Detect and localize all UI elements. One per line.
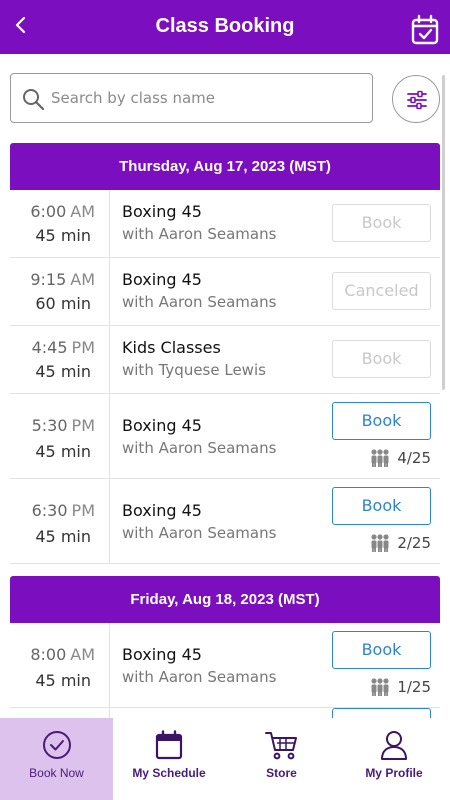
class-time: 4:45 PM [32,338,95,357]
class-row: 6:00 AM 45 min Boxing 45 with Aaron Seama… [10,190,440,258]
class-name: Boxing 45 [122,416,202,435]
time-column [10,708,110,718]
day-header: Friday, Aug 18, 2023 (MST) [10,576,440,623]
class-duration: 45 min [35,226,91,245]
cart-icon [264,732,297,760]
class-info: Boxing 45 with Aaron Seamans [122,501,276,542]
time-value: 9:15 [30,270,67,289]
check-circle-icon [42,731,71,759]
page-title: Class Booking [155,15,295,37]
time-column: 6:30 PM 45 min [10,479,110,563]
class-row: 9:15 AM 60 min Boxing 45 with Aaron Seama… [10,258,440,326]
filter-button[interactable] [392,75,440,123]
class-duration: 60 min [35,294,91,313]
day-separator [10,564,440,576]
instructor-name: with Aaron Seamans [122,293,277,311]
book-button[interactable]: Book [332,487,431,525]
instructor-name: with Aaron Seamans [122,668,277,686]
class-info: Kids Classes with Tyquese Lewis [122,338,266,379]
book-button[interactable]: Book [332,402,431,440]
time-value: 5:30 [31,416,68,435]
class-time: 5:30 PM [32,416,95,435]
class-duration: 45 min [35,362,91,381]
class-row: 8:00 AM 45 min Boxing 45 with Aaron Seama… [10,623,440,708]
user-icon [381,731,407,760]
nav-label: My Profile [365,766,423,780]
nav-book-now[interactable]: Book Now [0,718,113,800]
nav-store[interactable]: Store [225,718,338,800]
time-ampm: PM [71,338,95,357]
canceled-button: Canceled [332,272,431,310]
time-value: 8:00 [30,645,67,664]
group-icon [371,449,389,467]
time-ampm: AM [70,270,95,289]
nav-label: My Schedule [132,766,206,780]
instructor-name: with Aaron Seamans [122,439,277,457]
time-value: 6:00 [30,202,67,221]
book-button-partial[interactable] [332,708,431,718]
time-column: 4:45 PM 45 min [10,326,110,393]
class-row-partial [10,708,440,718]
time-column: 9:15 AM 60 min [10,258,110,325]
class-row: 6:30 PM 45 min Boxing 45 with Aaron Seama… [10,479,440,564]
capacity-count: 1/25 [397,678,431,696]
class-duration: 45 min [35,671,91,690]
app-header: Class Booking [0,0,450,54]
class-time: 6:00 AM [30,202,95,221]
class-name: Boxing 45 [122,202,202,221]
book-button: Book [332,204,431,242]
class-duration: 45 min [35,527,91,546]
time-column: 5:30 PM 45 min [10,394,110,478]
instructor-name: with Tyquese Lewis [122,361,266,379]
class-info: Boxing 45 with Aaron Seamans [122,645,276,686]
class-name: Boxing 45 [122,645,202,664]
class-name: Kids Classes [122,338,221,357]
class-name: Boxing 45 [122,501,202,520]
time-ampm: AM [70,202,95,221]
bottom-nav: Book Now My Schedule Store My Profile [0,718,450,800]
class-list: Thursday, Aug 17, 2023 (MST) 6:00 AM 45 m… [10,143,440,718]
class-time: 9:15 AM [30,270,95,289]
class-row: 4:45 PM 45 min Kids Classes with Tyquese … [10,326,440,394]
class-time: 8:00 AM [30,645,95,664]
class-info: Boxing 45 with Aaron Seamans [122,270,276,311]
nav-my-schedule[interactable]: My Schedule [113,718,225,800]
time-ampm: PM [71,501,95,520]
nav-my-profile[interactable]: My Profile [338,718,450,800]
nav-label: Store [266,766,297,780]
class-row: 5:30 PM 45 min Boxing 45 with Aaron Seama… [10,394,440,479]
book-button: Book [332,340,431,378]
class-info: Boxing 45 with Aaron Seamans [122,416,276,457]
class-duration: 45 min [35,442,91,461]
instructor-name: with Aaron Seamans [122,524,277,542]
time-value: 6:30 [31,501,68,520]
search-box[interactable] [10,73,373,123]
capacity-count: 2/25 [397,534,431,552]
time-ampm: AM [70,645,95,664]
search-icon [23,89,45,111]
class-time: 6:30 PM [32,501,95,520]
capacity-count: 4/25 [397,449,431,467]
scrollbar[interactable] [442,75,445,390]
capacity: 2/25 [369,533,431,553]
calendar-icon [155,730,183,760]
instructor-name: with Aaron Seamans [122,225,277,243]
calendar-check-icon[interactable] [410,14,440,46]
time-column: 8:00 AM 45 min [10,623,110,707]
time-value: 4:45 [31,338,68,357]
capacity: 4/25 [369,448,431,468]
class-name: Boxing 45 [122,270,202,289]
nav-label: Book Now [29,766,84,780]
search-input[interactable] [51,82,361,114]
time-ampm: PM [71,416,95,435]
book-button[interactable]: Book [332,631,431,669]
group-icon [371,534,389,552]
capacity: 1/25 [369,677,431,697]
class-info: Boxing 45 with Aaron Seamans [122,202,276,243]
group-icon [371,678,389,696]
day-header: Thursday, Aug 17, 2023 (MST) [10,143,440,190]
time-column: 6:00 AM 45 min [10,190,110,257]
sliders-icon [407,90,427,110]
